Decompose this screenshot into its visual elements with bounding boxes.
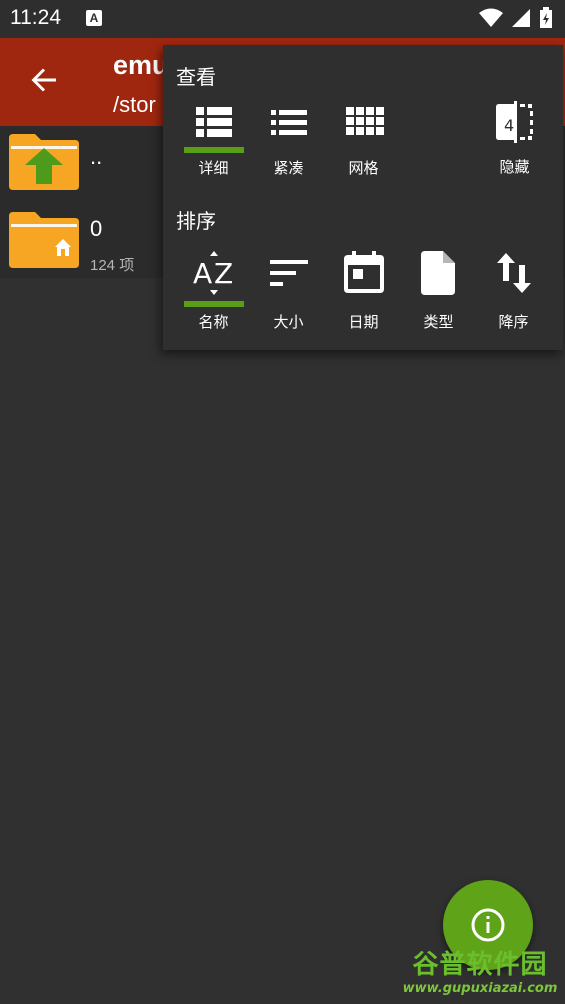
selected-indicator — [183, 147, 244, 153]
sort-option-label: 大小 — [273, 314, 304, 331]
view-sort-menu: 查看 详细 紧凑 网格 4 隐藏 排序 A Z 名称 大小 日期 类型 降序 — [163, 45, 563, 350]
battery-charging-icon — [540, 7, 552, 28]
view-section-title: 查看 — [176, 67, 216, 89]
status-icons — [479, 7, 553, 29]
svg-text:4: 4 — [504, 116, 514, 135]
sort-option-label: 降序 — [498, 314, 529, 331]
sort-option-descending[interactable]: 降序 — [476, 249, 551, 332]
cellular-signal-icon — [512, 9, 530, 27]
view-option-detail[interactable]: 详细 — [176, 105, 251, 178]
sort-option-name[interactable]: A Z 名称 — [176, 249, 251, 332]
sort-option-label: 日期 — [348, 314, 379, 331]
wifi-icon — [479, 8, 503, 27]
sort-option-size[interactable]: 大小 — [251, 249, 326, 332]
folder-home-icon — [9, 212, 79, 268]
back-arrow-icon[interactable] — [28, 64, 60, 96]
sort-section-title: 排序 — [176, 211, 216, 233]
svg-text:A: A — [193, 257, 212, 290]
view-option-label: 隐藏 — [499, 159, 530, 176]
svg-text:Z: Z — [214, 257, 233, 290]
file-name: 0 — [90, 216, 103, 241]
sort-option-date[interactable]: 日期 — [326, 249, 401, 332]
file-type-icon — [420, 251, 455, 295]
sort-option-type[interactable]: 类型 — [401, 249, 476, 332]
view-list-detail-icon — [195, 107, 232, 137]
status-time: 11:24 — [10, 6, 61, 29]
folder-path: /stor — [113, 92, 156, 117]
sort-by-name-icon: A Z — [193, 251, 233, 295]
watermark-title: 谷普软件园 — [412, 950, 548, 980]
view-grid-icon — [345, 107, 384, 135]
status-bar: 11:24 A — [0, 0, 565, 38]
sort-option-label: 类型 — [423, 314, 454, 331]
sort-by-size-icon — [269, 260, 308, 286]
selected-indicator — [183, 301, 244, 307]
view-option-label: 详细 — [198, 160, 229, 177]
view-option-grid[interactable]: 网格 — [326, 105, 401, 178]
sort-option-label: 名称 — [198, 314, 229, 331]
calendar-icon — [343, 251, 384, 293]
app-notification-icon: A — [86, 10, 102, 26]
file-name: .. — [90, 144, 103, 169]
file-meta: 124 项 — [90, 257, 135, 274]
sort-order-icon — [496, 253, 531, 293]
view-list-compact-icon — [270, 110, 307, 135]
view-option-label: 网格 — [348, 160, 379, 177]
view-option-compact[interactable]: 紧凑 — [251, 105, 326, 178]
watermark-url: www.gupuxiazai.com — [402, 981, 558, 996]
watermark: 谷普软件园 www.gupuxiazai.com — [395, 944, 565, 1004]
view-option-hidden[interactable]: 4 隐藏 — [477, 101, 552, 177]
view-option-label: 紧凑 — [273, 160, 304, 177]
folder-title: emu — [113, 50, 169, 80]
show-hidden-icon: 4 — [495, 101, 533, 143]
folder-up-icon — [9, 134, 79, 190]
